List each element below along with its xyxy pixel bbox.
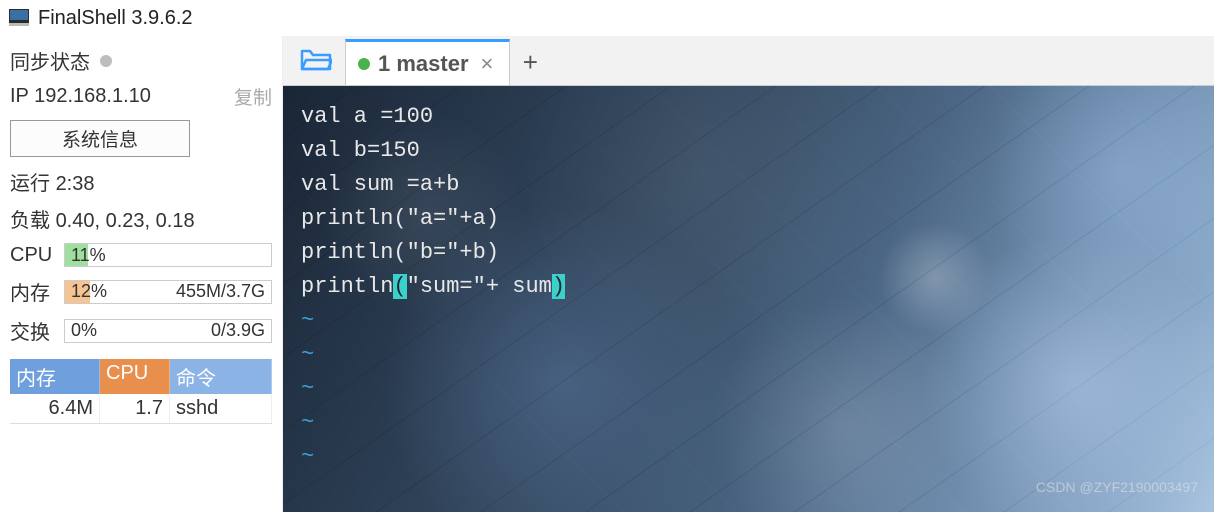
open-folder-button[interactable] [291,36,341,85]
terminal-line: val a =100 [301,100,1196,134]
table-row[interactable]: 6.4M 1.7 sshd [10,394,272,424]
system-info-button[interactable]: 系统信息 [10,120,190,157]
new-tab-button[interactable]: + [510,39,550,85]
watermark: CSDN @ZYF2190003497 [1036,470,1198,504]
load-row: 负载 0.40, 0.23, 0.18 [10,204,272,233]
ip-label: IP [10,85,29,107]
sidebar: 同步状态 IP 192.168.1.10 复制 系统信息 运行 2:38 负载 … [0,36,283,512]
cursor-highlight: ) [552,274,565,299]
swap-bar: 0%0/3.9G [64,319,272,343]
connection-status-dot-icon [358,58,370,70]
vim-tilde: ~ [301,372,1196,406]
content-area: 1 master × + val a =100 val b=150 val su… [283,36,1214,512]
terminal[interactable]: val a =100 val b=150 val sum =a+b printl… [283,86,1214,512]
cpu-row: CPU 11% [10,243,272,267]
process-table-header[interactable]: 内存 CPU 命令 [10,359,272,394]
cpu-bar: 11% [64,243,272,267]
app-icon [8,7,30,29]
process-table: 内存 CPU 命令 6.4M 1.7 sshd [10,359,272,424]
tab-master[interactable]: 1 master × [345,39,510,85]
vim-tilde: ~ [301,304,1196,338]
vim-tilde: ~ [301,338,1196,372]
title-bar: FinalShell 3.9.6.2 [0,0,1214,36]
ip-value: 192.168.1.10 [34,85,151,107]
tab-close-button[interactable]: × [477,51,498,77]
mem-label: 内存 [10,277,58,306]
terminal-line: val sum =a+b [301,168,1196,202]
cpu-label: CPU [10,244,58,267]
vim-tilde: ~ [301,406,1196,440]
terminal-line: println("a="+a) [301,202,1196,236]
tab-bar: 1 master × + [283,36,1214,86]
swap-label: 交换 [10,316,58,345]
sync-status-label: 同步状态 [10,46,90,75]
swap-row: 交换 0%0/3.9G [10,316,272,345]
col-mem[interactable]: 内存 [10,359,100,394]
terminal-line: val b=150 [301,134,1196,168]
ip-row: IP 192.168.1.10 复制 [10,83,272,110]
uptime-row: 运行 2:38 [10,167,272,196]
col-cmd[interactable]: 命令 [170,359,272,394]
col-cpu[interactable]: CPU [100,359,170,394]
sync-status-dot-icon [100,55,112,67]
terminal-line: println("sum="+ sum) [301,270,1196,304]
sync-status-row: 同步状态 [10,46,272,75]
tab-label: 1 master [378,51,469,77]
terminal-content: val a =100 val b=150 val sum =a+b printl… [283,86,1214,488]
copy-button[interactable]: 复制 [234,83,272,110]
mem-row: 内存 12%455M/3.7G [10,277,272,306]
mem-bar: 12%455M/3.7G [64,280,272,304]
vim-tilde: ~ [301,440,1196,474]
terminal-line: println("b="+b) [301,236,1196,270]
app-title: FinalShell 3.9.6.2 [38,7,193,30]
cursor-highlight: ( [393,274,406,299]
